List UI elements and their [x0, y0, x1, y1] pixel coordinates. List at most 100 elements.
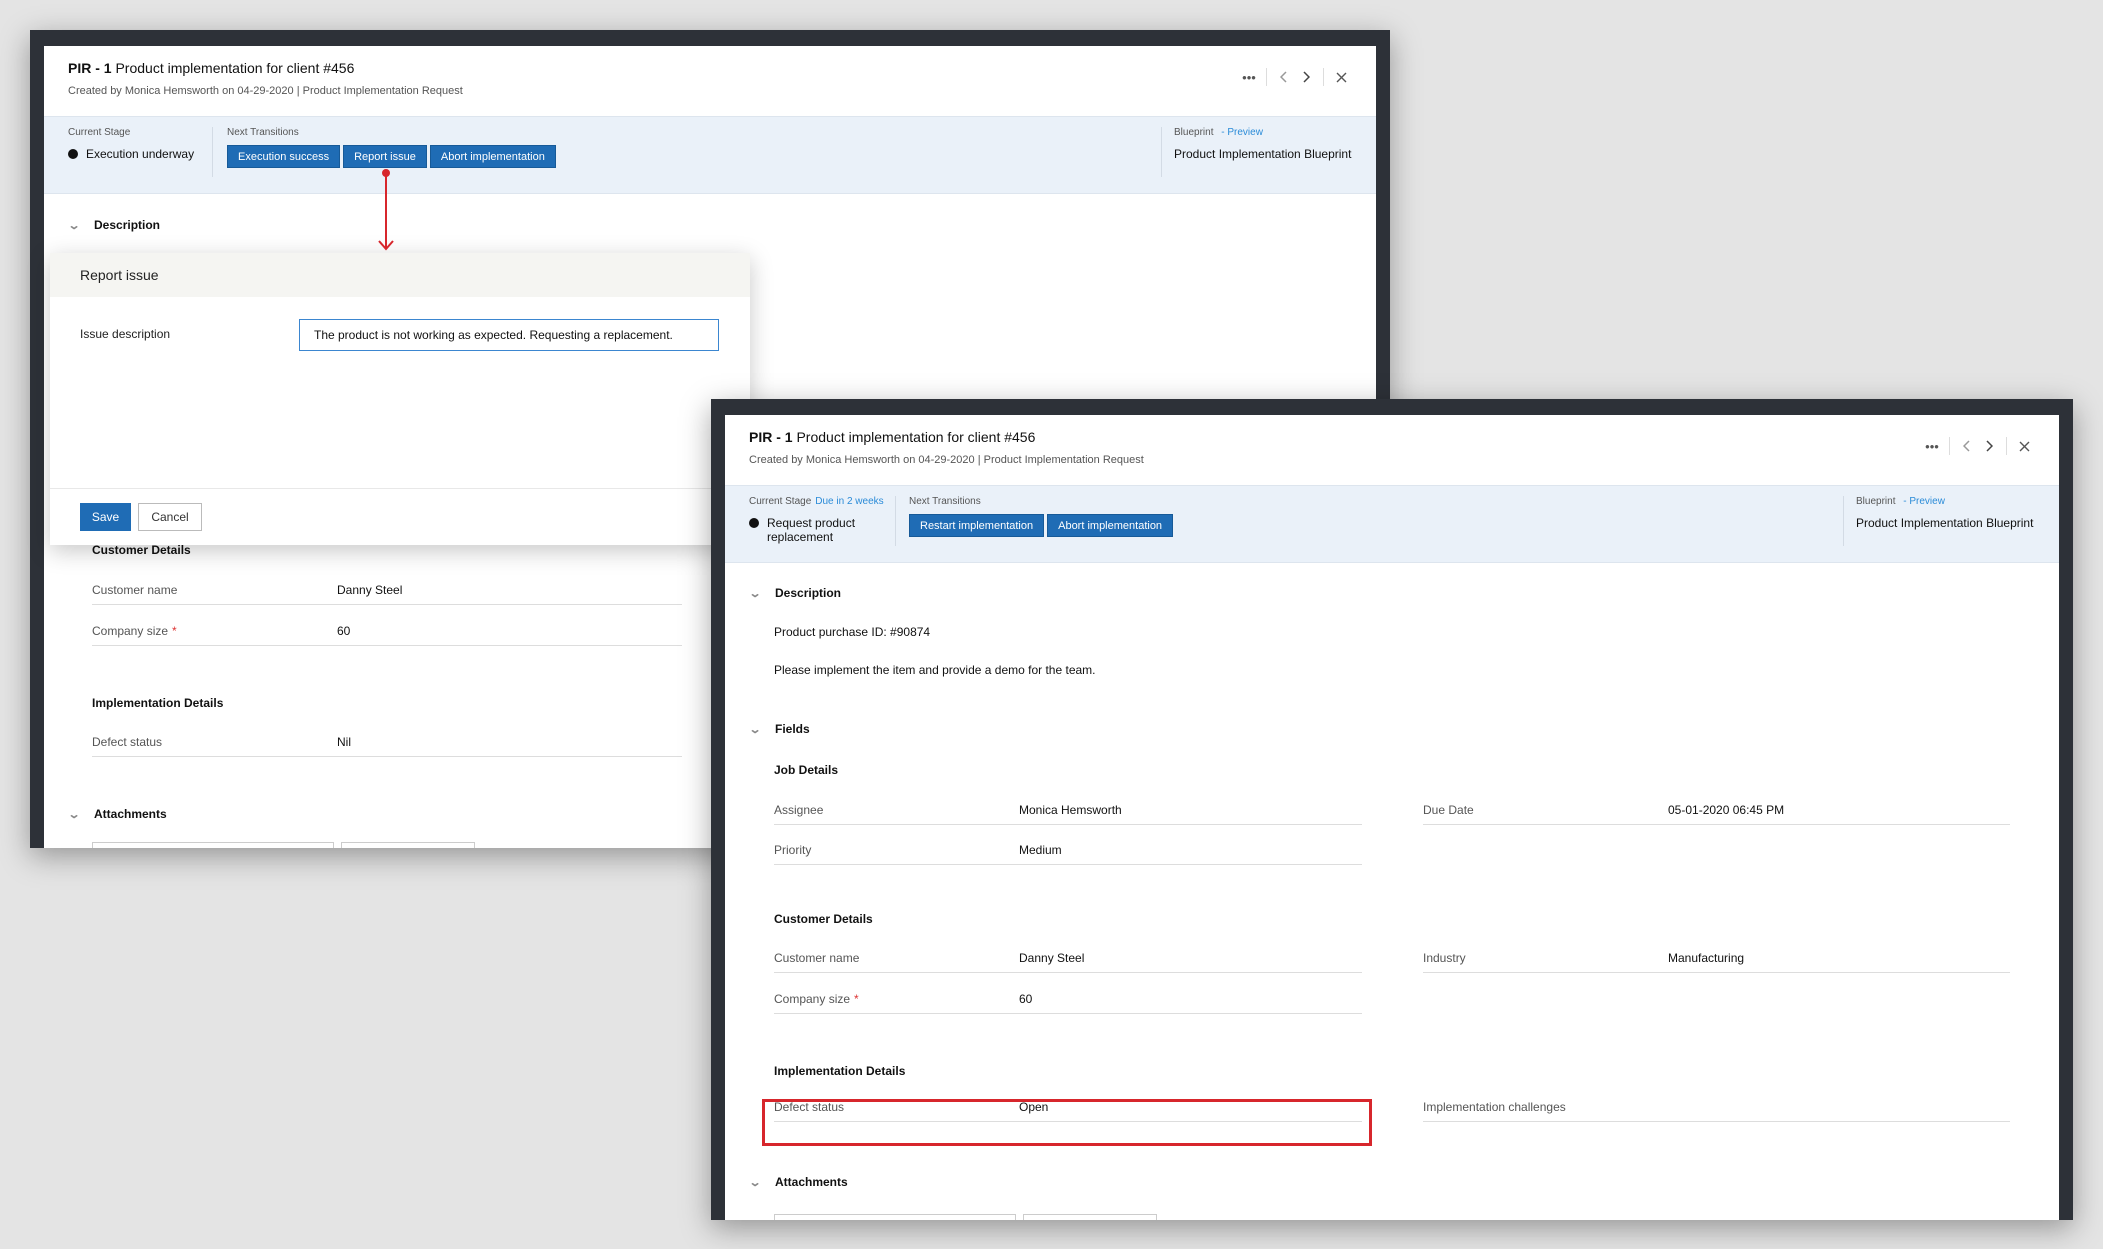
field-value[interactable]: Monica Hemsworth	[1019, 803, 1122, 817]
implementation-details-heading: Implementation Details	[774, 1064, 906, 1078]
record-window-front: PIR - 1 Product implementation for clien…	[711, 399, 2073, 1220]
dialog-footer: Save Cancel	[50, 488, 750, 545]
blueprint-preview-link[interactable]: - Preview	[1221, 127, 1263, 138]
record-title-text: Product implementation for client #456	[115, 60, 355, 76]
field-row-customer-name: Customer name Danny Steel	[774, 943, 1362, 973]
divider	[1161, 127, 1162, 177]
chevron-right-icon[interactable]	[1295, 66, 1317, 88]
customer-details-heading: Customer Details	[92, 543, 191, 557]
blueprint-info: Blueprint - Preview Product Implementati…	[1856, 496, 2036, 531]
chevron-right-icon[interactable]	[1978, 435, 2000, 457]
chevron-down-icon: ⌄	[748, 1176, 762, 1189]
field-row-defect-status: Defect status Open	[774, 1092, 1362, 1122]
field-value[interactable]: Danny Steel	[337, 583, 402, 597]
author-link[interactable]: Monica Hemsworth	[806, 454, 900, 466]
chevron-left-icon[interactable]	[1273, 66, 1295, 88]
attachment-slot[interactable]	[1023, 1214, 1157, 1220]
field-value[interactable]: Manufacturing	[1668, 951, 1744, 965]
field-row-customer-name: Customer name Danny Steel	[92, 575, 682, 605]
chevron-left-icon[interactable]	[1956, 435, 1978, 457]
chevron-down-icon: ⌄	[67, 219, 81, 232]
current-stage-label-text: Current Stage	[749, 496, 812, 507]
description-section-header[interactable]: ⌄ Description	[67, 218, 160, 232]
created-date: on 04-29-2020	[222, 85, 294, 97]
field-value[interactable]: 60	[1019, 992, 1032, 1006]
transition-report-issue-button[interactable]: Report issue	[343, 145, 427, 168]
record-title: PIR - 1 Product implementation for clien…	[68, 60, 1352, 76]
transition-abort-implementation-button[interactable]: Abort implementation	[429, 145, 556, 168]
section-title: Fields	[775, 722, 810, 736]
field-value[interactable]: Nil	[337, 735, 351, 749]
record-title-text: Product implementation for client #456	[796, 429, 1036, 445]
attachment-slot[interactable]	[341, 842, 475, 848]
current-stage-value: Execution underway	[68, 147, 194, 161]
required-mark: *	[172, 624, 177, 638]
field-row-company-size: Company size * 60	[774, 984, 1362, 1014]
field-value[interactable]: 05-01-2020 06:45 PM	[1668, 803, 1784, 817]
section-title: Description	[775, 586, 842, 600]
close-icon[interactable]	[2013, 435, 2035, 457]
transition-restart-implementation-button[interactable]: Restart implementation	[909, 514, 1045, 537]
field-row-implementation-challenges: Implementation challenges	[1423, 1092, 2010, 1122]
transition-abort-implementation-button[interactable]: Abort implementation	[1047, 514, 1174, 537]
field-label: Industry	[1423, 951, 1466, 965]
attachment-slot[interactable]	[92, 842, 334, 848]
blueprint-name: Product Implementation Blueprint	[1856, 516, 2034, 530]
stage-dot-icon	[749, 518, 759, 528]
next-transitions-label: Next Transitions	[227, 127, 299, 138]
field-value[interactable]: Open	[1019, 1100, 1048, 1114]
chevron-down-icon: ⌄	[748, 723, 762, 736]
divider	[895, 496, 896, 546]
description-section-header[interactable]: ⌄ Description	[748, 586, 842, 600]
module-name: | Product Implementation Request	[977, 454, 1144, 466]
issue-description-input[interactable]: The product is not working as expected. …	[299, 319, 719, 351]
cancel-button[interactable]: Cancel	[138, 503, 202, 531]
blueprint-info: Blueprint - Preview Product Implementati…	[1174, 127, 1354, 162]
divider	[1323, 68, 1324, 86]
dialog-title: Report issue	[80, 267, 159, 283]
field-value[interactable]: 60	[337, 624, 350, 638]
implementation-details-heading: Implementation Details	[92, 696, 224, 710]
description-line: Product purchase ID: #90874	[774, 625, 931, 639]
header-actions: •••	[1921, 435, 2035, 457]
current-stage-label: Current Stage Due in 2 weeks	[749, 496, 884, 507]
more-icon[interactable]: •••	[1238, 66, 1260, 88]
customer-details-heading: Customer Details	[774, 912, 873, 926]
fields-section-header[interactable]: ⌄ Fields	[748, 722, 810, 736]
field-label: Company size *	[92, 624, 177, 638]
record-id: PIR - 1	[68, 60, 112, 76]
header-actions: •••	[1238, 66, 1352, 88]
next-transitions-label: Next Transitions	[909, 496, 981, 507]
created-by-label: Created by	[68, 85, 122, 97]
attachments-section-header[interactable]: ⌄ Attachments	[748, 1175, 848, 1189]
created-by-label: Created by	[749, 454, 803, 466]
created-date: on 04-29-2020	[903, 454, 975, 466]
field-label: Due Date	[1423, 803, 1474, 817]
field-row-industry: Industry Manufacturing	[1423, 943, 2010, 973]
save-button[interactable]: Save	[80, 503, 131, 531]
attachments-section-header[interactable]: ⌄ Attachments	[68, 807, 167, 821]
blueprint-label: Blueprint - Preview	[1856, 496, 2036, 507]
field-row-company-size: Company size * 60	[92, 616, 682, 646]
field-label: Defect status	[92, 735, 163, 749]
field-row-assignee: Assignee Monica Hemsworth	[774, 795, 1362, 825]
field-label: Company size *	[774, 992, 859, 1006]
field-label: Priority	[774, 843, 812, 857]
issue-description-label: Issue description	[80, 327, 171, 341]
author-link[interactable]: Monica Hemsworth	[125, 85, 219, 97]
transition-execution-success-button[interactable]: Execution success	[227, 145, 341, 168]
divider	[1949, 437, 1950, 455]
job-details-heading: Job Details	[774, 763, 839, 777]
blueprint-preview-link[interactable]: - Preview	[1903, 496, 1945, 507]
field-value[interactable]: Danny Steel	[1019, 951, 1084, 965]
chevron-down-icon: ⌄	[748, 587, 762, 600]
field-value[interactable]: Medium	[1019, 843, 1062, 857]
field-row-due-date: Due Date 05-01-2020 06:45 PM	[1423, 795, 2010, 825]
attachment-slot[interactable]	[774, 1214, 1016, 1220]
record-id: PIR - 1	[749, 429, 793, 445]
field-label: Customer name	[92, 583, 178, 597]
record-meta: Created by Monica Hemsworth on 04-29-202…	[68, 85, 1352, 97]
close-icon[interactable]	[1330, 66, 1352, 88]
record-title: PIR - 1 Product implementation for clien…	[749, 429, 2035, 445]
more-icon[interactable]: •••	[1921, 435, 1943, 457]
